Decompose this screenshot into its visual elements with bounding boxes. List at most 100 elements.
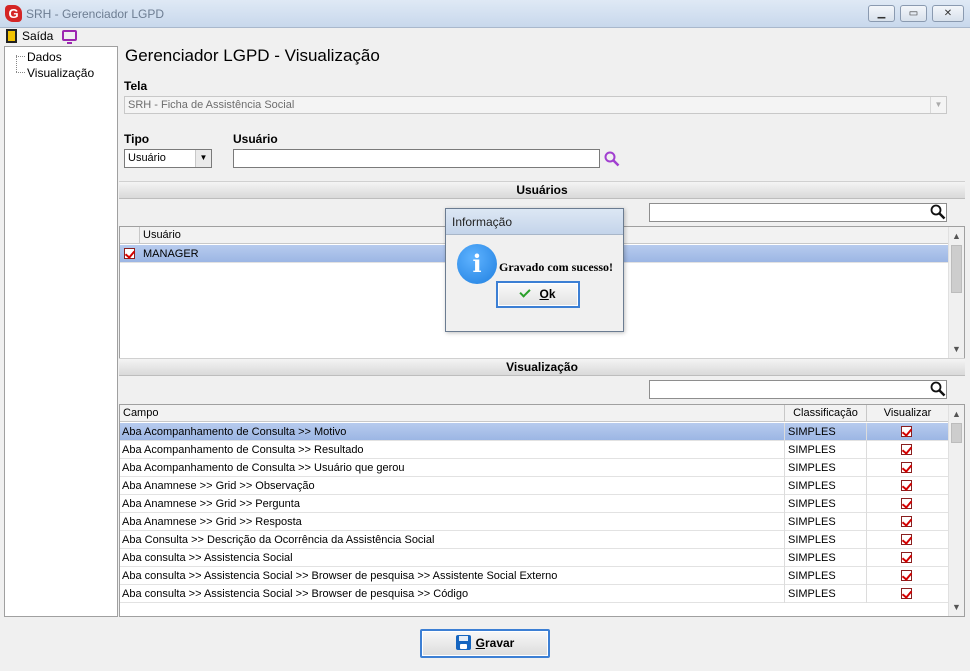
visualizar-cell xyxy=(867,477,948,495)
visualizar-checkbox[interactable] xyxy=(901,534,912,545)
app-logo-icon: G xyxy=(5,5,22,22)
info-icon: i xyxy=(457,244,497,284)
usuario-checkbox[interactable] xyxy=(124,248,135,259)
visualizacao-grid: Campo Classificação Visualizar Aba Acomp… xyxy=(119,404,965,617)
classificacao-cell: SIMPLES xyxy=(785,531,867,549)
table-row[interactable]: Aba Anamnese >> Grid >> Pergunta SIMPLES xyxy=(120,495,948,513)
scroll-up-icon[interactable]: ▲ xyxy=(949,407,964,422)
tela-label: Tela xyxy=(124,79,148,93)
table-row[interactable]: Aba Anamnese >> Grid >> Observação SIMPLE… xyxy=(120,477,948,495)
visualizacao-grid-header: Campo Classificação Visualizar xyxy=(120,405,948,422)
tela-select[interactable]: SRH - Ficha de Assistência Social ▼ xyxy=(124,96,947,114)
visualizar-cell xyxy=(867,585,948,603)
usuarios-scrollbar[interactable]: ▲ ▼ xyxy=(948,227,964,358)
table-row[interactable]: Aba consulta >> Assistencia Social SIMPLE… xyxy=(120,549,948,567)
visualizar-checkbox[interactable] xyxy=(901,570,912,581)
header-visualizar[interactable]: Visualizar xyxy=(867,405,948,422)
tree-item-visualizacao[interactable]: Visualização xyxy=(27,66,94,80)
classificacao-cell: SIMPLES xyxy=(785,477,867,495)
info-dialog: Informação i Gravado com sucesso! Ok xyxy=(445,208,624,332)
visualizar-checkbox[interactable] xyxy=(901,588,912,599)
table-row[interactable]: Aba Acompanhamento de Consulta >> Result… xyxy=(120,441,948,459)
campo-cell: Aba consulta >> Assistencia Social >> Br… xyxy=(120,567,785,585)
tree-connector xyxy=(16,72,25,73)
save-button[interactable]: Gravar xyxy=(420,629,550,658)
tela-value: SRH - Ficha de Assistência Social xyxy=(128,99,295,111)
scroll-down-icon[interactable]: ▼ xyxy=(949,600,964,615)
check-icon xyxy=(519,286,532,298)
tree-connector xyxy=(16,56,25,57)
scroll-up-icon[interactable]: ▲ xyxy=(949,229,964,244)
classificacao-cell: SIMPLES xyxy=(785,513,867,531)
toolbar: Saída xyxy=(0,28,970,45)
visualizar-cell xyxy=(867,567,948,585)
ok-button-accel: O xyxy=(539,287,549,301)
visualizar-cell xyxy=(867,495,948,513)
page-title: Gerenciador LGPD - Visualização xyxy=(125,46,380,65)
monitor-icon[interactable] xyxy=(62,30,77,44)
classificacao-cell: SIMPLES xyxy=(785,495,867,513)
classificacao-cell: SIMPLES xyxy=(785,549,867,567)
scroll-down-icon[interactable]: ▼ xyxy=(949,342,964,357)
exit-button[interactable]: Saída xyxy=(22,29,53,43)
classificacao-cell: SIMPLES xyxy=(785,459,867,477)
ok-button-label: k xyxy=(548,287,556,301)
tree-item-dados[interactable]: Dados xyxy=(27,50,62,64)
visualizar-checkbox[interactable] xyxy=(901,462,912,473)
table-row[interactable]: Aba Acompanhamento de Consulta >> Motivo… xyxy=(120,423,948,441)
usuario-label: Usuário xyxy=(233,132,278,146)
header-classificacao[interactable]: Classificação xyxy=(785,405,867,422)
save-button-label: ravar xyxy=(484,636,515,650)
dialog-message: Gravado com sucesso! xyxy=(499,260,613,274)
maximize-button[interactable]: ▭ xyxy=(900,5,927,22)
minimize-button[interactable]: ▁ xyxy=(868,5,895,22)
save-button-accel: G xyxy=(475,636,485,650)
visualizar-checkbox[interactable] xyxy=(901,552,912,563)
table-row[interactable]: Aba consulta >> Assistencia Social >> Br… xyxy=(120,585,948,603)
ok-button[interactable]: Ok xyxy=(496,281,580,308)
tela-dropdown-arrow-icon[interactable]: ▼ xyxy=(930,97,946,113)
visualizar-cell xyxy=(867,423,948,441)
visualizacao-section-title: Visualização xyxy=(119,358,965,376)
campo-cell: Aba Consulta >> Descrição da Ocorrência … xyxy=(120,531,785,549)
tipo-value: Usuário xyxy=(128,152,166,164)
header-campo[interactable]: Campo xyxy=(120,405,785,422)
close-button[interactable]: ✕ xyxy=(932,5,964,22)
table-row[interactable]: Aba Consulta >> Descrição da Ocorrência … xyxy=(120,531,948,549)
visualizar-checkbox[interactable] xyxy=(901,498,912,509)
visualizar-cell xyxy=(867,441,948,459)
table-row[interactable]: Aba Anamnese >> Grid >> Resposta SIMPLES xyxy=(120,513,948,531)
scroll-thumb[interactable] xyxy=(951,245,962,293)
campo-cell: Aba consulta >> Assistencia Social >> Br… xyxy=(120,585,785,603)
campo-cell: Aba Acompanhamento de Consulta >> Result… xyxy=(120,441,785,459)
tree-connector xyxy=(16,55,17,72)
visualizar-cell xyxy=(867,549,948,567)
exit-door-icon[interactable] xyxy=(6,29,17,43)
visualizacao-filter-input[interactable] xyxy=(649,380,947,399)
navigation-tree: Dados Visualização xyxy=(4,46,118,617)
usuario-input[interactable] xyxy=(233,149,600,168)
visualizacao-scrollbar[interactable]: ▲ ▼ xyxy=(948,405,964,616)
scroll-thumb[interactable] xyxy=(951,423,962,443)
visualizar-checkbox[interactable] xyxy=(901,516,912,527)
tipo-dropdown-arrow-icon[interactable]: ▼ xyxy=(195,150,211,167)
classificacao-cell: SIMPLES xyxy=(785,441,867,459)
tipo-select[interactable]: Usuário ▼ xyxy=(124,149,212,168)
window-title: SRH - Gerenciador LGPD xyxy=(26,7,165,21)
campo-cell: Aba Acompanhamento de Consulta >> Motivo xyxy=(120,423,785,441)
table-row[interactable]: Aba Acompanhamento de Consulta >> Usuári… xyxy=(120,459,948,477)
campo-cell: Aba Anamnese >> Grid >> Pergunta xyxy=(120,495,785,513)
visualizar-cell xyxy=(867,513,948,531)
visualizacao-filter-search-icon[interactable] xyxy=(930,381,946,397)
visualizar-checkbox[interactable] xyxy=(901,444,912,455)
usuario-search-icon[interactable] xyxy=(604,151,620,167)
visualizar-checkbox[interactable] xyxy=(901,480,912,491)
campo-cell: Aba consulta >> Assistencia Social xyxy=(120,549,785,567)
floppy-disk-icon xyxy=(455,635,471,651)
campo-cell: Aba Acompanhamento de Consulta >> Usuári… xyxy=(120,459,785,477)
usuarios-filter-search-icon[interactable] xyxy=(930,204,946,220)
usuarios-filter-input[interactable] xyxy=(649,203,947,222)
classificacao-cell: SIMPLES xyxy=(785,567,867,585)
visualizar-checkbox[interactable] xyxy=(901,426,912,437)
table-row[interactable]: Aba consulta >> Assistencia Social >> Br… xyxy=(120,567,948,585)
